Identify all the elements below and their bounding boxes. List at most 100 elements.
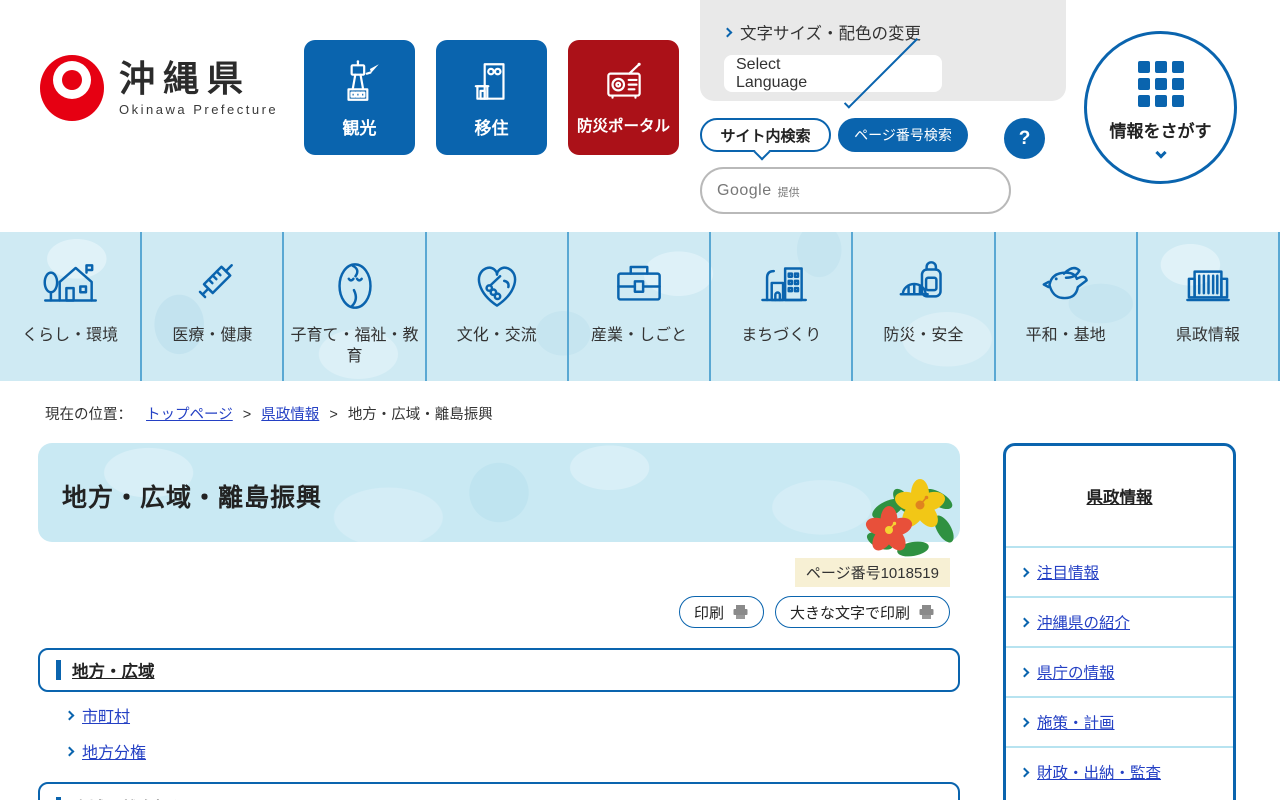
emblem-inner-ring [53,61,91,99]
baby-icon [284,248,424,322]
site-search-tab-label: サイト内検索 [720,127,811,145]
chevron-right-icon [64,710,75,720]
print-button-label: 印刷 [693,604,724,622]
nav-item-label: 平和・基地 [1025,327,1106,344]
relocation-button-label: 移住 [474,119,509,138]
print-large-button-label: 大きな文字で印刷 [789,604,910,622]
site-search-input[interactable]: Google 提供 [700,167,1011,214]
handshake-heart-icon [427,248,567,322]
sidebar-item-label[interactable]: 財政・出納・監査 [1037,761,1161,783]
page-number-search-button[interactable]: ページ番号検索 [838,118,968,152]
chevron-down-icon [843,34,919,109]
site-search-tab[interactable]: サイト内検索 [700,118,831,161]
logo-text: 沖縄県 Okinawa Prefecture [119,59,278,118]
breadcrumb-link-kensei[interactable]: 県政情報 [261,407,319,423]
sidebar-item-shisaku[interactable]: 施策・計画 [1006,696,1233,746]
section-heading: 広域・離島振興 [72,795,188,800]
global-nav: くらし・環境 医療・健康 子育て・福祉・教育 文化・交流 産業・しごと まちづく… [0,232,1280,381]
sidebar-title[interactable]: 県政情報 [1006,446,1233,546]
building-icon [468,54,516,110]
font-size-color-link[interactable]: 文字サイズ・配色の変更 [722,20,1066,44]
printer-icon [733,605,748,619]
tourism-button[interactable]: 観光 [304,40,415,155]
help-button[interactable]: ? [1004,118,1045,159]
nav-item-label: まちづくり [741,327,822,344]
nav-item-label: 防災・安全 [883,327,964,344]
content-link-shichoson[interactable]: 市町村 [64,703,130,727]
disaster-portal-button-label: 防災ポータル [576,118,670,135]
sidebar-item-zaisei[interactable]: 財政・出納・監査 [1006,746,1233,796]
grid-menu-icon [1137,61,1184,107]
sidebar-item-label[interactable]: 施策・計画 [1037,711,1115,733]
language-select[interactable]: Select Language [724,34,942,109]
page-number-search-label: ページ番号検索 [854,127,952,143]
section-koiki-rito: 広域・離島振興 [38,782,960,800]
nav-item-kosodate[interactable]: 子育て・福祉・教育 [284,232,427,381]
nav-item-heiwa[interactable]: 平和・基地 [996,232,1138,381]
nav-item-label: くらし・環境 [22,327,119,344]
section-heading: 地方・広域 [72,663,155,681]
chevron-right-icon [1019,717,1030,727]
content-link-chihobunken[interactable]: 地方分権 [64,739,146,763]
relocation-button[interactable]: 移住 [436,40,547,155]
nav-item-sangyo[interactable]: 産業・しごと [569,232,712,381]
content-link-label[interactable]: 市町村 [82,703,130,727]
find-info-button[interactable]: 情報をさがす [1084,31,1237,184]
quick-link-buttons: 観光 移住 防災ポータル [304,40,679,155]
utility-box: 文字サイズ・配色の変更 Select Language [700,0,1066,109]
sidebar-item-kencho[interactable]: 県庁の情報 [1006,646,1233,696]
breadcrumb-separator: > [329,407,338,423]
google-provider-label: Google [717,181,772,199]
sidebar-item-label[interactable]: 県庁の情報 [1037,661,1115,683]
provider-note-label: 提供 [777,187,800,199]
breadcrumb-link-top[interactable]: トップページ [146,407,233,423]
radio-icon [600,54,648,110]
font-size-color-label: 文字サイズ・配色の変更 [740,25,922,43]
sidebar-item-chumoku[interactable]: 注目情報 [1006,546,1233,596]
logo-subtitle: Okinawa Prefecture [119,102,279,118]
section-accent-bar [56,660,61,680]
briefcase-icon [569,248,709,322]
disaster-portal-button[interactable]: 防災ポータル [568,40,679,155]
government-building-icon [1138,248,1278,322]
sidebar-item-shokai[interactable]: 沖縄県の紹介 [1006,596,1233,646]
print-buttons: 印刷 大きな文字で印刷 [678,596,950,628]
tourism-button-label: 観光 [342,119,377,138]
sidebar-item-label[interactable]: 注目情報 [1037,561,1099,583]
content-link-label[interactable]: 地方分権 [82,739,146,763]
nav-item-label: 県政情報 [1175,327,1240,344]
nav-item-label: 産業・しごと [590,327,687,344]
print-button[interactable]: 印刷 [678,596,764,628]
page-title: 地方・広域・離島振興 [62,484,323,512]
chevron-right-icon [1019,667,1030,677]
nav-item-label: 文化・交流 [456,327,537,344]
nav-item-kurashi[interactable]: くらし・環境 [0,232,143,381]
airport-tower-icon [336,54,384,110]
syringe-icon [142,248,282,322]
dove-icon [996,248,1136,322]
page: 沖縄県 Okinawa Prefecture 観光 移住 防災ポータル 文字サイ… [0,0,1280,800]
chevron-down-icon [1154,147,1167,159]
sidebar-item-label[interactable]: 沖縄県の紹介 [1037,611,1130,633]
nav-item-iryo[interactable]: 医療・健康 [142,232,285,381]
nav-item-machizukuri[interactable]: まちづくり [711,232,854,381]
chevron-right-icon [722,27,733,37]
nav-item-bunka[interactable]: 文化・交流 [427,232,569,381]
find-info-label: 情報をさがす [1109,122,1212,141]
nav-item-label: 子育て・福祉・教育 [290,327,419,365]
nav-item-label: 医療・健康 [172,327,253,344]
okinawa-emblem-icon [40,55,104,121]
nav-item-bosai[interactable]: 防災・安全 [853,232,996,381]
page-title-banner: 地方・広域・離島振興 [38,443,960,557]
nav-item-kensei[interactable]: 県政情報 [1138,232,1280,381]
sidebar-kensei-joho: 県政情報 注目情報 沖縄県の紹介 県庁の情報 施策・計画 財政・出納・監査 [1003,443,1236,800]
helmet-backpack-icon [853,248,993,322]
printer-icon [919,605,934,619]
breadcrumb-prefix: 現在の位置： [45,407,132,423]
help-button-label: ? [1018,127,1031,149]
site-logo[interactable]: 沖縄県 Okinawa Prefecture [40,55,278,121]
sidebar-title-label: 県政情報 [1086,489,1153,507]
chevron-right-icon [1019,567,1030,577]
print-large-button[interactable]: 大きな文字で印刷 [774,596,950,628]
site-header: 沖縄県 Okinawa Prefecture 観光 移住 防災ポータル 文字サイ… [0,0,1280,232]
